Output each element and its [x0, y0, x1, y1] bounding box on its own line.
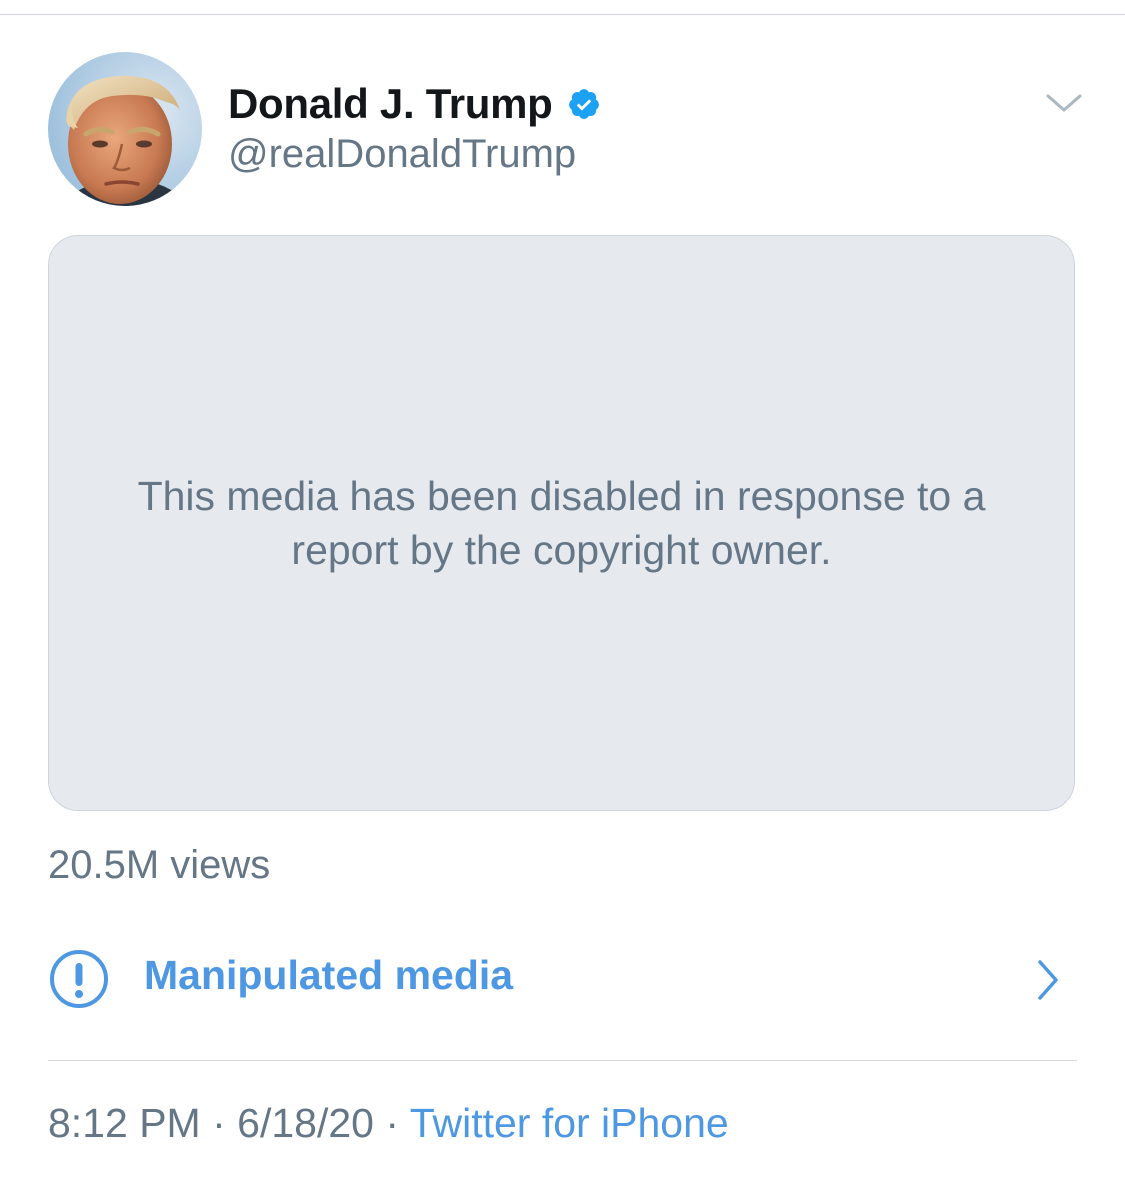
display-name[interactable]: Donald J. Trump [228, 80, 553, 128]
verified-badge-icon [567, 87, 601, 121]
meta-separator: · [212, 1100, 226, 1146]
user-handle[interactable]: @realDonaldTrump [228, 132, 576, 177]
meta-separator: · [385, 1100, 400, 1146]
chevron-right-icon[interactable] [1034, 958, 1062, 1002]
view-count: 20.5M views [48, 843, 271, 887]
exclamation-circle-icon [48, 948, 110, 1010]
manipulated-media-text[interactable]: Manipulated media [144, 952, 513, 999]
avatar[interactable] [48, 52, 202, 206]
top-divider [0, 14, 1125, 15]
author-name-row[interactable]: Donald J. Trump [228, 76, 601, 132]
manipulated-media-label[interactable]: Manipulated media [48, 944, 1078, 1014]
tweet-date: 6/18/20 [237, 1100, 374, 1146]
tweet-metadata: 8:12 PM · 6/18/20 · Twitter for iPhone [48, 1100, 729, 1147]
disabled-media-placeholder: This media has been disabled in response… [48, 235, 1075, 811]
meta-divider [48, 1060, 1077, 1061]
media-disabled-message: This media has been disabled in response… [137, 473, 986, 573]
tweet-source-link[interactable]: Twitter for iPhone [410, 1100, 729, 1146]
avatar-portrait [48, 52, 202, 206]
chevron-down-icon[interactable] [1044, 86, 1084, 120]
tweet-time: 8:12 PM [48, 1100, 201, 1146]
